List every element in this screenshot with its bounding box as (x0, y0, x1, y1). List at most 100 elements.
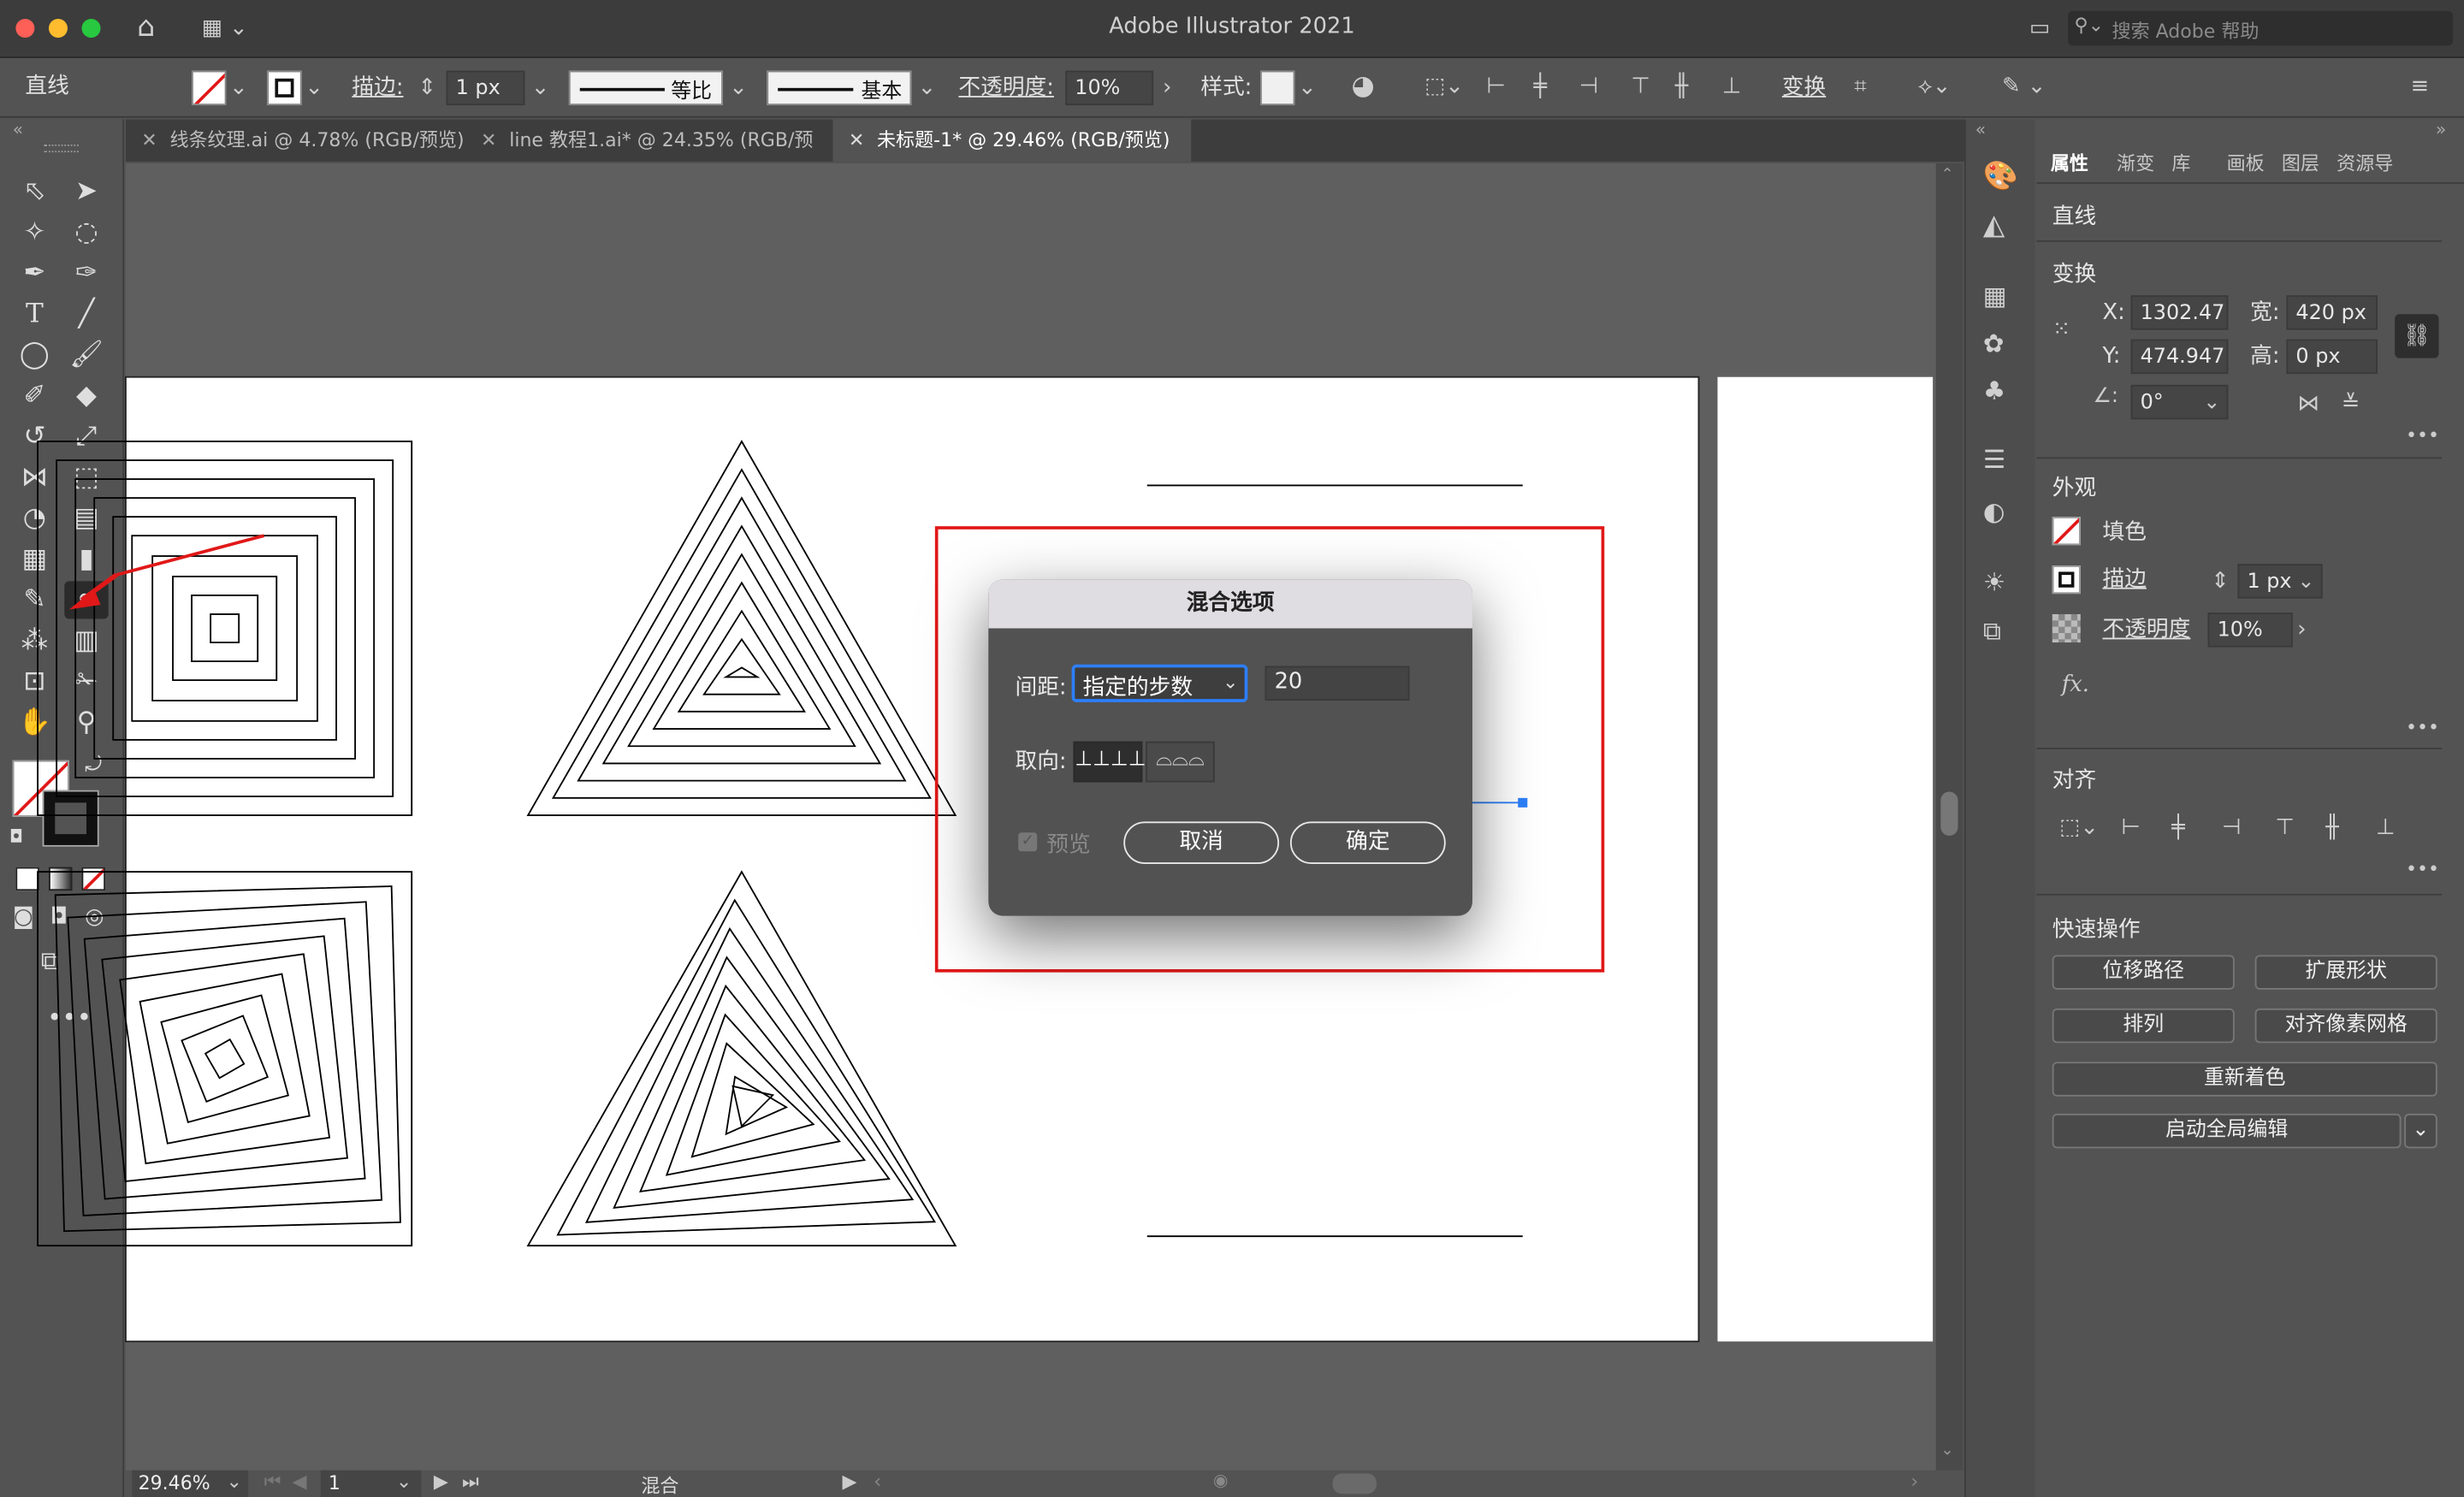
tab-libraries[interactable]: 库 (2171, 149, 2190, 175)
tab-artboards[interactable]: 画板 (2227, 149, 2265, 175)
stroke-weight-panel-field[interactable]: 1 px ⌄ (2237, 564, 2323, 599)
cancel-button[interactable]: 取消 (1123, 821, 1280, 864)
transparency-icon[interactable]: ◐ (1983, 496, 2005, 528)
align-left-icon[interactable]: ⊢ (2122, 812, 2141, 843)
object-type-label: 直线 (2052, 204, 2097, 230)
graphic-styles-icon[interactable]: ⧉ (1983, 616, 2001, 648)
fill-swatch[interactable] (2052, 517, 2081, 546)
watermark-logo-icon: ◉ (1212, 1470, 1229, 1491)
preview-label: 预览 (1046, 832, 1091, 858)
artboard-number-field[interactable]: 1 ⌄ (320, 1470, 422, 1497)
stroke-panel-label[interactable]: 描边 (2103, 562, 2147, 596)
brushes-icon[interactable]: ✿ (1983, 328, 2005, 360)
y-field[interactable]: 474.947 (2130, 339, 2229, 375)
arrange-button[interactable]: 排列 (2052, 1008, 2235, 1044)
ok-button[interactable]: 确定 (1289, 821, 1446, 864)
recolor-button[interactable]: 重新着色 (2052, 1062, 2437, 1097)
fx-label[interactable]: fx. (2062, 672, 2089, 697)
global-edit-options-chevron-icon[interactable]: ⌄ (2404, 1113, 2437, 1149)
fill-label: 填色 (2102, 519, 2147, 546)
height-field[interactable]: 0 px (2286, 339, 2378, 375)
opacity-panel-label[interactable]: 不透明度 (2103, 612, 2191, 647)
opacity-swatch[interactable] (2052, 613, 2081, 643)
stroke-swatch-panel[interactable] (2052, 565, 2081, 595)
flip-vertical-icon[interactable]: ≚ (2342, 388, 2360, 420)
y-label: Y: (2102, 344, 2121, 370)
align-pixel-grid-button[interactable]: 对齐像素网格 (2254, 1008, 2437, 1044)
current-tool-status: 混合 (641, 1475, 679, 1497)
align-hcenter-icon[interactable]: ╪ (2171, 812, 2184, 843)
align-to-path-icon[interactable]: ⌓⌓⌓ (1145, 741, 1215, 783)
chevron-down-icon: ⌄ (395, 1470, 412, 1493)
appearance-icon[interactable]: ☀ (1983, 567, 2005, 599)
more-options-icon[interactable]: ••• (2406, 716, 2439, 738)
stroke-panel-icon[interactable]: ☰ (1983, 445, 2005, 476)
stroke-stepper-icon[interactable]: ⇕ (2211, 565, 2230, 597)
tab-layers[interactable]: 图层 (2282, 149, 2319, 175)
zoom-level-value: 29.46% (138, 1471, 210, 1494)
tab-gradient[interactable]: 渐变 (2117, 149, 2154, 175)
align-bottom-icon[interactable]: ⊥ (2376, 812, 2395, 843)
section-divider (2036, 748, 2443, 749)
status-menu-arrow-icon[interactable]: ▶ (842, 1470, 856, 1493)
color-panel-icon[interactable]: 🎨 (1983, 161, 2018, 193)
flip-horizontal-icon[interactable]: ⋈ (2297, 388, 2319, 420)
rotate-angle-icon: ∠: (2093, 384, 2118, 409)
reference-point-icon[interactable]: ⁙ (2052, 317, 2071, 342)
tab-asset-export[interactable]: 资源导 (2337, 149, 2393, 175)
spacing-select[interactable]: 指定的步数 ⌄ (1071, 664, 1248, 702)
steps-input-value: 20 (1274, 669, 1303, 695)
more-options-icon[interactable]: ••• (2406, 858, 2439, 880)
swatches-icon[interactable]: ▦ (1983, 281, 2007, 313)
scroll-right-icon[interactable]: › (1910, 1470, 1918, 1493)
chevron-down-icon: ⌄ (2203, 391, 2221, 415)
artboard-2 (1717, 376, 1934, 1342)
x-label: X: (2102, 299, 2125, 326)
next-artboard-icon[interactable]: ▶ (434, 1470, 448, 1493)
start-global-edit-button[interactable]: 启动全局编辑 (2052, 1113, 2402, 1149)
expand-shape-button[interactable]: 扩展形状 (2254, 955, 2437, 990)
steps-input[interactable]: 20 (1265, 666, 1410, 701)
width-field[interactable]: 420 px (2286, 295, 2378, 330)
collapse-panel-icon[interactable]: » (2436, 120, 2446, 140)
horizontal-scroll-thumb[interactable] (1332, 1473, 1377, 1494)
align-top-icon[interactable]: ⊤ (2276, 812, 2295, 843)
opacity-panel-field[interactable]: 10% (2207, 612, 2293, 648)
more-options-icon[interactable]: ••• (2406, 424, 2439, 447)
align-to-icon[interactable]: ⬚⌄ (2055, 812, 2102, 843)
scroll-left-icon[interactable]: ‹ (874, 1470, 881, 1493)
rotation-field-value: 0° (2140, 391, 2164, 415)
tab-divider (2036, 182, 2464, 184)
align-vcenter-icon[interactable]: ╫ (2325, 812, 2338, 843)
last-artboard-icon[interactable]: ⏭ (462, 1470, 479, 1494)
color-guide-icon[interactable]: ◭ (1983, 210, 2005, 242)
x-field[interactable]: 1302.47 (2130, 295, 2229, 330)
selection-anchor-point (1518, 797, 1528, 808)
align-right-icon[interactable]: ⊣ (2222, 812, 2241, 843)
symbols-icon[interactable]: ♣ (1983, 376, 2005, 407)
spacing-label: 间距: (1015, 675, 1067, 701)
section-divider (2036, 893, 2443, 896)
previous-artboard-icon[interactable]: ◀ (293, 1470, 307, 1493)
panel-dock: « 🎨 ◭ ▦ ✿ ♣ ☰ ◐ ☀ ⧉ (1964, 119, 2037, 1497)
section-divider (2036, 240, 2443, 242)
rotation-field[interactable]: 0° ⌄ (2130, 384, 2229, 420)
constrain-proportions-icon[interactable]: ⛓ (2395, 314, 2439, 358)
section-divider (2036, 457, 2443, 459)
align-to-page-icon[interactable]: ⊥⊥⊥⊥ (1073, 741, 1146, 783)
tab-properties[interactable]: 属性 (2051, 149, 2088, 175)
preview-checkbox[interactable]: ✓ (1018, 832, 1038, 852)
opacity-arrow-icon[interactable]: › (2297, 614, 2306, 646)
appearance-section-title: 外观 (2052, 476, 2097, 501)
chevron-down-icon: ⌄ (226, 1470, 242, 1493)
dialog-title: 混合选项 (988, 579, 1472, 629)
align-section-title: 对齐 (2052, 767, 2097, 794)
width-label: 宽: (2250, 299, 2280, 326)
spacing-select-value: 指定的步数 (1082, 675, 1194, 701)
collapse-dock-icon[interactable]: « (1975, 120, 1986, 140)
offset-path-button[interactable]: 位移路径 (2052, 955, 2235, 990)
first-artboard-icon[interactable]: ⏮ (264, 1470, 281, 1494)
chevron-down-icon: ⌄ (2297, 570, 2315, 595)
quick-actions-title: 快速操作 (2052, 917, 2141, 943)
zoom-level-field[interactable]: 29.46% ⌄ (132, 1470, 249, 1497)
